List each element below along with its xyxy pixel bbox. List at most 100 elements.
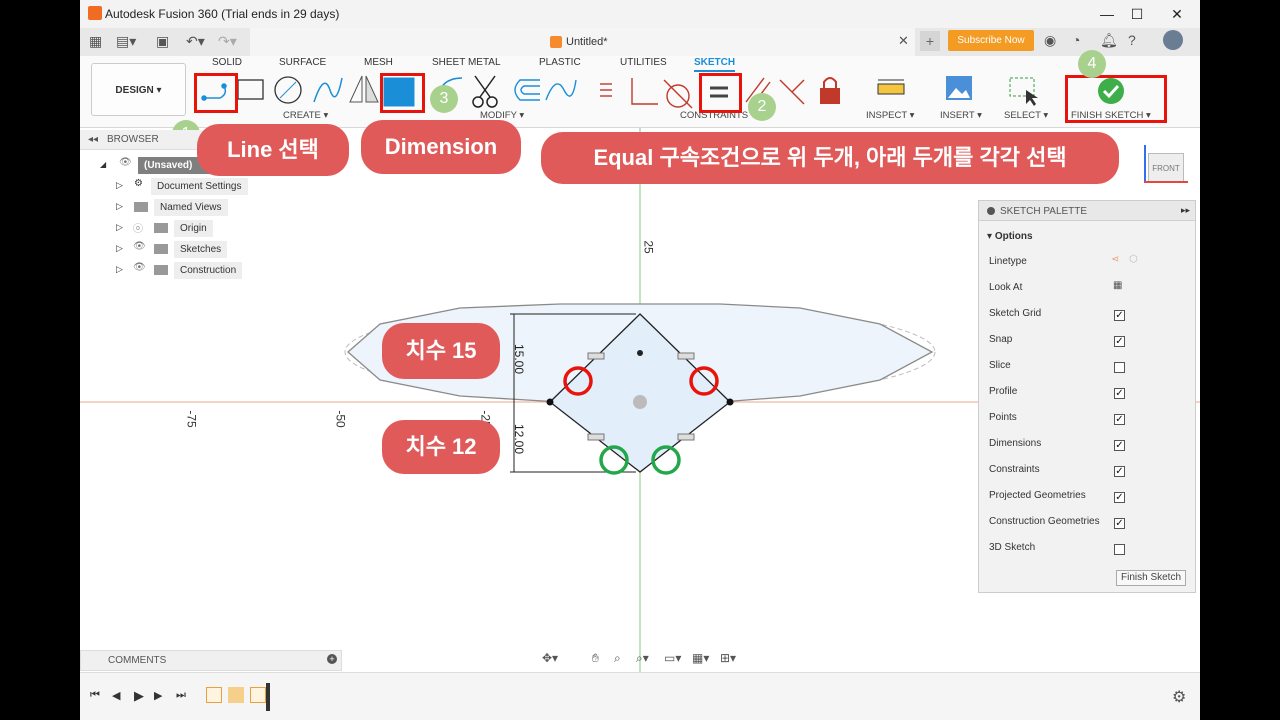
orbit-icon[interactable]: ✥▾: [542, 651, 558, 665]
palette-row-label: Construction Geometries: [989, 516, 1100, 527]
timeline: ⏮ ◀︎ ▶︎ ▶︎ ⏭ ⚙: [80, 672, 1200, 720]
insert-menu[interactable]: INSERT ▾: [940, 110, 982, 121]
timeline-play-icon[interactable]: ▶︎: [134, 688, 144, 704]
equal-marker: [677, 352, 695, 360]
palette-row-label: Linetype: [989, 256, 1027, 267]
callout-equal-constraint: Equal 구속조건으로 위 두개, 아래 두개를 각각 선택: [541, 132, 1119, 184]
equal-marker: [587, 433, 605, 441]
projected-geometries-checkbox[interactable]: ✓: [1114, 492, 1125, 503]
callout-dimension: Dimension: [361, 120, 521, 174]
centerline-linetype-icon[interactable]: ⬡: [1129, 254, 1138, 265]
palette-row-dimensions[interactable]: Dimensions ✓: [989, 438, 1189, 464]
view-cube[interactable]: FRONT: [1144, 145, 1194, 190]
construction-linetype-icon[interactable]: ⋖: [1111, 254, 1119, 265]
timeline-settings-gear-icon[interactable]: ⚙: [1172, 687, 1186, 707]
comments-panel[interactable]: COMMENTS +: [80, 650, 342, 671]
constraints-checkbox[interactable]: ✓: [1114, 466, 1125, 477]
dimension-15-value[interactable]: 15.00: [512, 344, 526, 374]
palette-row-profile[interactable]: Profile ✓: [989, 386, 1189, 412]
display-settings-icon[interactable]: ▭▾: [664, 651, 681, 665]
profile-checkbox[interactable]: ✓: [1114, 388, 1125, 399]
minimize-icon[interactable]: —: [1092, 4, 1122, 24]
grid-settings-icon[interactable]: ▦▾: [692, 651, 709, 665]
palette-row-linetype[interactable]: Linetype ⋖ ⬡: [989, 254, 1189, 282]
finish-sketch-button[interactable]: Finish Sketch: [1116, 570, 1186, 586]
file-icon[interactable]: ▤▾: [116, 33, 136, 50]
timeline-marker[interactable]: [266, 683, 270, 711]
palette-row-constraints[interactable]: Constraints ✓: [989, 464, 1189, 490]
help-icon[interactable]: ?: [1128, 32, 1136, 48]
palette-row-3d-sketch[interactable]: 3D Sketch: [989, 542, 1189, 568]
add-comment-icon[interactable]: +: [327, 654, 337, 664]
rectangle-tool-icon: [237, 79, 264, 100]
axis-label-25: 25: [641, 240, 656, 254]
redo-icon[interactable]: ↷▾: [218, 33, 237, 50]
construction-geometries-checkbox[interactable]: ✓: [1114, 518, 1125, 529]
comments-title: COMMENTS: [108, 655, 167, 666]
create-menu[interactable]: CREATE ▾: [283, 110, 328, 121]
close-icon[interactable]: ✕: [1162, 4, 1192, 24]
palette-row-construction-geometries[interactable]: Construction Geometries ✓: [989, 516, 1189, 542]
equal-marker: [677, 433, 695, 441]
inspect-menu[interactable]: INSPECT ▾: [866, 110, 914, 121]
title-bar: Autodesk Fusion 360 (Trial ends in 29 da…: [80, 0, 1200, 28]
viewports-icon[interactable]: ⊞▾: [720, 651, 736, 665]
palette-title: SKETCH PALETTE: [1000, 206, 1088, 217]
perpendicular-constraint-icon: [631, 78, 658, 105]
look-at-icon[interactable]: ▦: [1113, 280, 1122, 291]
axis-label-neg75: -75: [184, 410, 199, 428]
timeline-sketch-feature-icon[interactable]: [206, 687, 222, 703]
fit-icon[interactable]: ⌕▾: [636, 651, 649, 666]
palette-row-points[interactable]: Points ✓: [989, 412, 1189, 438]
timeline-next-icon[interactable]: ▶︎: [154, 689, 162, 702]
save-icon[interactable]: ▣: [156, 33, 169, 50]
left-vertex: [546, 398, 554, 406]
document-tab[interactable]: Untitled* ✕: [250, 28, 915, 56]
pan-icon[interactable]: ✋︎: [592, 651, 599, 666]
job-status-icon[interactable]: ◔: [1072, 32, 1080, 48]
palette-header[interactable]: SKETCH PALETTE ▸▸: [979, 201, 1195, 221]
select-menu[interactable]: SELECT ▾: [1004, 110, 1048, 121]
extensions-icon[interactable]: ◉: [1044, 32, 1056, 49]
undo-icon[interactable]: ↶▾: [186, 33, 205, 50]
palette-row-snap[interactable]: Snap ✓: [989, 334, 1189, 360]
avatar[interactable]: [1163, 30, 1183, 50]
callout-line-select: Line 선택: [197, 124, 349, 176]
dimensions-checkbox[interactable]: ✓: [1114, 440, 1125, 451]
highlight-line-tool: [194, 73, 238, 113]
zoom-icon[interactable]: ⌕: [614, 651, 621, 666]
dimension-12-value[interactable]: 12.00: [512, 424, 526, 454]
palette-row-sketch-grid[interactable]: Sketch Grid ✓: [989, 308, 1189, 334]
view-cube-front-face[interactable]: FRONT: [1148, 153, 1184, 183]
timeline-edit-feature-icon[interactable]: [228, 687, 244, 703]
window-title: Autodesk Fusion 360 (Trial ends in 29 da…: [105, 7, 340, 21]
palette-options-section[interactable]: ▾ Options: [987, 231, 1033, 242]
timeline-sketch-feature-icon[interactable]: [250, 687, 266, 703]
palette-row-label: Projected Geometries: [989, 490, 1086, 501]
palette-row-projected-geometries[interactable]: Projected Geometries ✓: [989, 490, 1189, 516]
spline-tool-icon: [313, 77, 343, 103]
palette-row-label: Dimensions: [989, 438, 1042, 449]
mirror-tool-icon: [349, 75, 379, 103]
grid-menu-icon[interactable]: ▦: [89, 33, 102, 50]
close-tab-icon[interactable]: ✕: [898, 33, 909, 49]
timeline-last-icon[interactable]: ⏭: [176, 689, 186, 702]
palette-row-slice[interactable]: Slice: [989, 360, 1189, 386]
slice-checkbox[interactable]: [1114, 362, 1125, 373]
sketch-grid-checkbox[interactable]: ✓: [1114, 310, 1125, 321]
notifications-icon[interactable]: 🔔︎: [1100, 32, 1118, 49]
3d-sketch-checkbox[interactable]: [1114, 544, 1125, 555]
timeline-first-icon[interactable]: ⏮: [90, 689, 100, 702]
subscribe-button[interactable]: Subscribe Now: [948, 30, 1034, 51]
trim-tool-icon: [472, 75, 498, 108]
snap-checkbox[interactable]: ✓: [1114, 336, 1125, 347]
palette-expand-icon[interactable]: ▸▸: [1181, 205, 1190, 216]
points-checkbox[interactable]: ✓: [1114, 414, 1125, 425]
timeline-prev-icon[interactable]: ◀︎: [112, 689, 120, 702]
palette-row-label: Profile: [989, 386, 1018, 397]
new-tab-button[interactable]: +: [920, 31, 940, 51]
maximize-icon[interactable]: ☐: [1122, 4, 1152, 24]
callout-dim-15: 치수 15: [382, 323, 500, 379]
palette-row-look-at[interactable]: Look At ▦: [989, 280, 1189, 308]
tangent-constraint-icon: [663, 79, 693, 109]
